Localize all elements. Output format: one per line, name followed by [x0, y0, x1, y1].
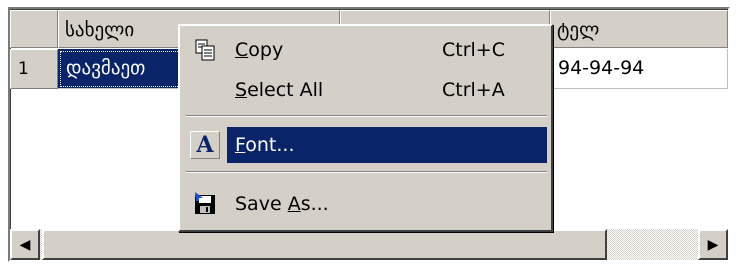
column-header-phone[interactable]: ტელ	[550, 10, 728, 48]
arrow-left-icon: ◀	[19, 236, 31, 253]
menu-item-label: Save As...	[235, 193, 329, 215]
cell-phone[interactable]: 94-94-94	[550, 49, 728, 89]
grid-corner-cell[interactable]	[10, 10, 58, 48]
menu-item-copy[interactable]: Copy Ctrl+C	[186, 32, 547, 68]
font-glyph: A	[196, 132, 214, 158]
menu-item-font[interactable]: A Font...	[186, 127, 547, 163]
scroll-left-button[interactable]: ◀	[10, 229, 40, 260]
row-number[interactable]: 1	[10, 49, 58, 89]
scroll-right-button[interactable]: ▶	[698, 229, 728, 260]
menu-shortcut: Ctrl+A	[442, 79, 505, 101]
font-icon: A	[190, 131, 220, 159]
scroll-thumb[interactable]	[42, 229, 607, 260]
menu-item-label: Font...	[235, 134, 295, 156]
menu-item-label: Copy	[235, 39, 284, 61]
horizontal-scrollbar[interactable]: ◀ ▶	[10, 229, 728, 260]
context-menu: Copy Ctrl+C Select All Ctrl+A A Font... …	[178, 24, 553, 232]
menu-item-save-as[interactable]: Save As...	[186, 186, 547, 222]
copy-icon	[190, 36, 220, 64]
menu-separator	[186, 171, 547, 173]
save-icon	[190, 190, 220, 218]
arrow-right-icon: ▶	[707, 236, 719, 253]
menu-item-select-all[interactable]: Select All Ctrl+A	[186, 72, 547, 108]
menu-separator	[186, 115, 547, 117]
menu-item-label: Select All	[235, 79, 324, 101]
menu-shortcut: Ctrl+C	[442, 39, 505, 61]
